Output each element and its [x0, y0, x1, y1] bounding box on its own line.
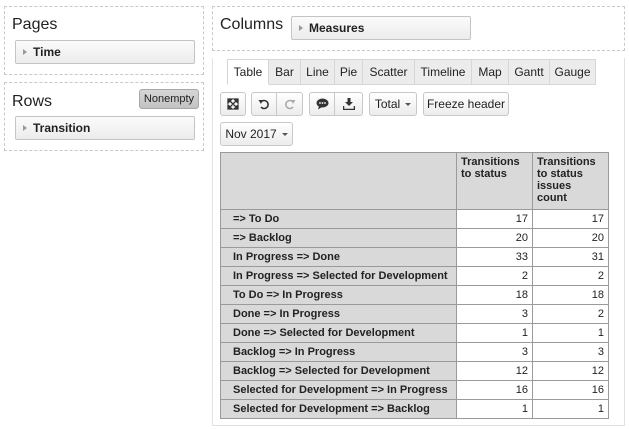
tab-line[interactable]: Line — [301, 59, 335, 85]
table-row: Selected for Development => Backlog 1 1 — [220, 399, 609, 419]
table-cell: 2 — [532, 304, 609, 324]
total-dropdown[interactable]: Total — [369, 92, 417, 116]
pages-dimension-label: Time — [33, 45, 61, 59]
table-cell: 2 — [456, 266, 533, 286]
row-header[interactable]: Done => Selected for Development — [220, 323, 457, 343]
tab-timeline[interactable]: Timeline — [415, 59, 472, 85]
comment-button[interactable] — [309, 92, 335, 116]
expand-icon — [227, 98, 239, 110]
chevron-down-icon — [405, 103, 412, 106]
table-header-row: Transitions to status Transitions to sta… — [220, 152, 609, 210]
table-cell: 16 — [456, 380, 533, 400]
table-cell: 17 — [456, 209, 533, 229]
chart-type-tabs: Table Bar Line Pie Scatter Timeline Map … — [227, 59, 596, 85]
fullscreen-button[interactable] — [220, 92, 246, 116]
results-table: Transitions to status Transitions to sta… — [220, 152, 609, 419]
table-row: Done => In Progress 3 2 — [220, 304, 609, 324]
expand-triangle-icon — [23, 49, 27, 55]
columns-dimension-measures[interactable]: Measures — [291, 16, 471, 40]
row-header[interactable]: Backlog => In Progress — [220, 342, 457, 362]
expand-triangle-icon — [23, 125, 27, 131]
table-cell: 18 — [456, 285, 533, 305]
tab-scatter[interactable]: Scatter — [363, 59, 415, 85]
tab-table[interactable]: Table — [227, 59, 269, 85]
table-cell: 3 — [532, 342, 609, 362]
table-cell: 16 — [532, 380, 609, 400]
export-button[interactable] — [334, 92, 363, 116]
pages-title: Pages — [12, 16, 58, 33]
tab-gauge[interactable]: Gauge — [550, 59, 596, 85]
table-row: In Progress => Selected for Development … — [220, 266, 609, 286]
table-row: Backlog => In Progress 3 3 — [220, 342, 609, 362]
redo-icon — [284, 99, 295, 110]
table-cell: 20 — [532, 228, 609, 248]
table-cell: 1 — [532, 399, 609, 419]
row-header[interactable]: In Progress => Selected for Development — [220, 266, 457, 286]
row-header[interactable]: Backlog => Selected for Development — [220, 361, 457, 381]
row-header[interactable]: Selected for Development => In Progress — [220, 380, 457, 400]
columns-dimension-label: Measures — [309, 21, 365, 35]
rows-title: Rows — [12, 93, 53, 110]
column-header[interactable]: Transitions to status issues count — [532, 152, 609, 210]
redo-button[interactable] — [276, 92, 303, 116]
rows-dimension-label: Transition — [33, 121, 91, 135]
table-row: => Backlog 20 20 — [220, 228, 609, 248]
nonempty-button[interactable]: Nonempty — [139, 89, 199, 109]
row-header[interactable]: => Backlog — [220, 228, 457, 248]
tab-bar[interactable]: Bar — [269, 59, 301, 85]
expand-triangle-icon — [299, 25, 303, 31]
table-cell: 3 — [456, 304, 533, 324]
undo-button[interactable] — [251, 92, 277, 116]
table-row: => To Do 17 17 — [220, 209, 609, 229]
columns-panel: Columns Measures — [212, 6, 625, 51]
tab-pie[interactable]: Pie — [335, 59, 363, 85]
table-corner-cell — [220, 152, 457, 210]
tab-map[interactable]: Map — [472, 59, 509, 85]
column-header[interactable]: Transitions to status — [456, 152, 533, 210]
row-header[interactable]: => To Do — [220, 209, 457, 229]
table-cell: 3 — [456, 342, 533, 362]
columns-title: Columns — [220, 16, 284, 33]
page-filter-dropdown[interactable]: Nov 2017 — [220, 122, 293, 146]
table-cell: 1 — [456, 323, 533, 343]
table-row: Selected for Development => In Progress … — [220, 380, 609, 400]
download-icon — [342, 98, 355, 110]
table-row: Done => Selected for Development 1 1 — [220, 323, 609, 343]
pages-panel: Pages Time — [4, 6, 204, 75]
undo-icon — [258, 99, 269, 110]
rows-panel: Rows Nonempty Transition — [4, 82, 204, 151]
comment-icon — [316, 98, 328, 110]
table-cell: 2 — [532, 266, 609, 286]
row-header[interactable]: To Do => In Progress — [220, 285, 457, 305]
table-cell: 12 — [532, 361, 609, 381]
table-cell: 17 — [532, 209, 609, 229]
table-cell: 31 — [532, 247, 609, 267]
row-header[interactable]: In Progress => Done — [220, 247, 457, 267]
table-cell: 18 — [532, 285, 609, 305]
tab-gantt[interactable]: Gantt — [509, 59, 550, 85]
chevron-down-icon — [281, 133, 288, 136]
pages-dimension-time[interactable]: Time — [15, 40, 195, 64]
table-row: To Do => In Progress 18 18 — [220, 285, 609, 305]
table-row: In Progress => Done 33 31 — [220, 247, 609, 267]
rows-dimension-transition[interactable]: Transition — [15, 116, 195, 140]
freeze-header-button[interactable]: Freeze header — [423, 92, 509, 116]
table-row: Backlog => Selected for Development 12 1… — [220, 361, 609, 381]
page-filter-value: Nov 2017 — [225, 127, 277, 141]
row-header[interactable]: Selected for Development => Backlog — [220, 399, 457, 419]
table-cell: 33 — [456, 247, 533, 267]
table-cell: 1 — [456, 399, 533, 419]
table-cell: 20 — [456, 228, 533, 248]
table-cell: 12 — [456, 361, 533, 381]
total-label: Total — [374, 97, 401, 111]
row-header[interactable]: Done => In Progress — [220, 304, 457, 324]
table-cell: 1 — [532, 323, 609, 343]
